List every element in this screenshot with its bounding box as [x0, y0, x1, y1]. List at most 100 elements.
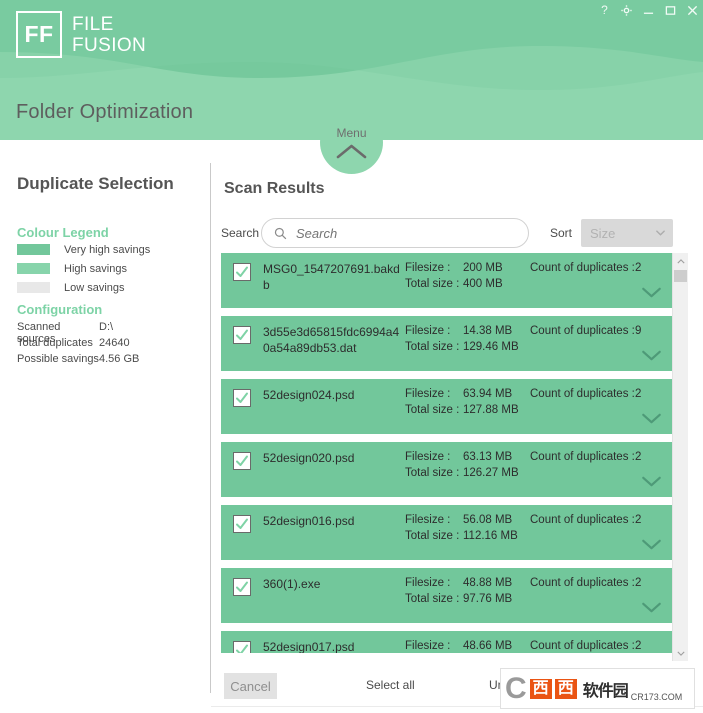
maximize-icon[interactable]: [664, 4, 677, 17]
row-checkbox[interactable]: [233, 326, 251, 344]
check-icon: [236, 329, 248, 340]
scroll-down-arrow-icon[interactable]: [673, 645, 688, 661]
row-filename: 52design017.psd: [263, 640, 355, 653]
legend-label: High savings: [64, 262, 127, 275]
filesize-value: 200 MB: [463, 262, 503, 274]
sort-label: Sort: [550, 226, 573, 240]
row-filename: 52design020.psd: [263, 451, 355, 465]
duplicate-count-label: Count of duplicates :: [530, 451, 635, 463]
legend-item: Very high savings: [17, 242, 197, 257]
table-row[interactable]: 52design017.psd Filesize : 48.66 MB Count o…: [221, 631, 676, 653]
row-checkbox[interactable]: [233, 515, 251, 533]
duplicate-count-value: 9: [635, 325, 642, 337]
minimize-icon[interactable]: [642, 4, 655, 17]
legend-label: Very high savings: [64, 243, 151, 256]
check-icon: [236, 644, 248, 653]
search-box[interactable]: [261, 218, 529, 248]
scan-results-list[interactable]: MSG0_1547207691.bakdb Filesize :200 MB Tot…: [221, 253, 692, 653]
row-checkbox[interactable]: [233, 578, 251, 596]
scroll-up-arrow-icon[interactable]: [673, 253, 688, 269]
row-checkbox[interactable]: [233, 452, 251, 470]
duplicate-count-label: Count of duplicates :: [530, 388, 635, 400]
duplicate-count-value: 2: [635, 388, 642, 400]
config-value: D:\: [99, 321, 114, 333]
main-panel: Scan Results Search Sort Size MSG0_15472…: [211, 140, 703, 713]
row-metadata: Filesize : 200 MB Total size :400 MB Count …: [405, 261, 676, 301]
help-button[interactable]: ?: [598, 4, 611, 17]
table-row[interactable]: 52design020.psd Filesize : 63.13 MB Total s…: [221, 442, 676, 497]
filesize-label: Filesize :: [405, 388, 451, 400]
row-metadata: Filesize : 48.66 MB Count of duplicates :2: [405, 639, 676, 653]
table-row[interactable]: MSG0_1547207691.bakdb Filesize : 200 MB Tot…: [221, 253, 676, 308]
config-value: 24640: [99, 337, 130, 349]
application-window: ? FF FILE FUSION Folder Optimization Men…: [0, 0, 703, 713]
config-row: Possible savings 4.56 GB: [17, 353, 197, 369]
sort-select[interactable]: Size: [581, 219, 674, 247]
duplicate-count-value: 2: [635, 577, 642, 589]
search-and-sort-row: Search Sort Size: [221, 217, 701, 249]
totalsize-label: Total size :: [405, 530, 460, 542]
filesize-label: Filesize :: [405, 325, 451, 337]
list-scrollbar[interactable]: [672, 253, 688, 661]
filesize-label: Filesize :: [405, 514, 451, 526]
row-expand-chevron-down-icon[interactable]: [641, 411, 662, 429]
table-row[interactable]: 3d55e3d65815fdc6994a40a54a89db53.dat File…: [221, 316, 676, 371]
logo-wordmark: FILE FUSION: [72, 14, 146, 56]
legend-label: Low savings: [64, 281, 125, 294]
totalsize-value: 127.88 MB: [463, 404, 519, 416]
row-checkbox[interactable]: [233, 263, 251, 281]
search-input[interactable]: [296, 225, 516, 241]
filesize-value: 14.38 MB: [463, 325, 513, 337]
legend-swatch-high: [17, 263, 50, 274]
row-expand-chevron-down-icon[interactable]: [641, 474, 662, 492]
check-icon: [236, 266, 248, 277]
row-filename: 52design024.psd: [263, 388, 355, 402]
scrollbar-thumb[interactable]: [674, 270, 687, 282]
row-filename: 52design016.psd: [263, 514, 355, 528]
row-expand-chevron-down-icon[interactable]: [641, 537, 662, 555]
table-row[interactable]: 52design016.psd Filesize : 56.08 MB Total s…: [221, 505, 676, 560]
totalsize-label: Total size :: [405, 341, 460, 353]
legend-title: Colour Legend: [17, 225, 109, 240]
duplicate-count-value: 2: [635, 262, 642, 274]
row-metadata: Filesize : 63.94 MB Total size :127.88 MB C…: [405, 387, 676, 427]
scan-results-title: Scan Results: [224, 180, 325, 197]
row-checkbox[interactable]: [233, 389, 251, 407]
filesize-label: Filesize :: [405, 640, 451, 652]
row-expand-chevron-down-icon[interactable]: [641, 348, 662, 366]
watermark-cn-2: 西: [554, 678, 577, 699]
check-icon: [236, 455, 248, 466]
totalsize-label: Total size :: [405, 593, 460, 605]
row-expand-chevron-down-icon[interactable]: [641, 600, 662, 618]
duplicate-count-value: 2: [635, 640, 642, 652]
search-label: Search: [221, 226, 260, 240]
sidebar: Duplicate Selection Colour Legend Very h…: [0, 140, 210, 713]
totalsize-value: 400 MB: [463, 278, 503, 290]
table-row[interactable]: 52design024.psd Filesize : 63.94 MB Total s…: [221, 379, 676, 434]
colour-legend: Very high savings High savings Low savin…: [17, 242, 197, 299]
row-filename: 3d55e3d65815fdc6994a40a54a89db53.dat: [263, 325, 400, 355]
check-icon: [236, 518, 248, 529]
row-checkbox[interactable]: [233, 641, 251, 653]
duplicate-count-label: Count of duplicates :: [530, 514, 635, 526]
totalsize-value: 129.46 MB: [463, 341, 519, 353]
menu-toggle[interactable]: Menu: [320, 111, 383, 174]
row-metadata: Filesize : 14.38 MB Total size :129.46 MB C…: [405, 324, 676, 364]
gear-icon[interactable]: [620, 4, 633, 17]
filesize-value: 48.66 MB: [463, 640, 513, 652]
close-icon[interactable]: [686, 4, 699, 17]
select-all-button[interactable]: Select all: [366, 678, 415, 692]
config-key: Possible savings: [17, 353, 99, 365]
configuration-list: Scanned sources D:\ Total duplicates 246…: [17, 321, 197, 369]
filesize-label: Filesize :: [405, 262, 451, 274]
filesize-label: Filesize :: [405, 451, 451, 463]
watermark-domain: CR173.COM: [630, 692, 683, 702]
chevron-up-icon: [336, 144, 367, 159]
watermark-cn-3: 软件园: [582, 682, 629, 700]
filesize-value: 48.88 MB: [463, 577, 513, 589]
row-expand-chevron-down-icon[interactable]: [641, 285, 662, 303]
filesize-value: 56.08 MB: [463, 514, 513, 526]
duplicate-count-label: Count of duplicates :: [530, 640, 635, 652]
cancel-button[interactable]: Cancel: [224, 673, 277, 699]
table-row[interactable]: 360(1).exe Filesize : 48.88 MB Total size :…: [221, 568, 676, 623]
